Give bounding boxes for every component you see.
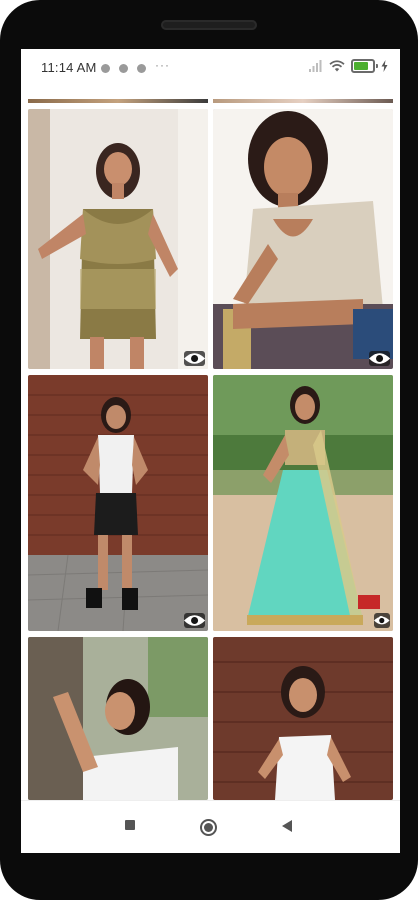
view-count-badge: 13 bbox=[368, 351, 390, 366]
view-count-badge: 18 bbox=[183, 351, 205, 366]
photo-thumbnail bbox=[213, 109, 393, 369]
photo-thumbnail bbox=[28, 375, 208, 631]
gallery-card[interactable]: 9 bbox=[213, 375, 393, 631]
notification-icon bbox=[119, 63, 128, 73]
status-bar: 11:14 AM ··· bbox=[21, 49, 400, 85]
eye-icon bbox=[183, 353, 205, 364]
view-count-badge: 12 bbox=[183, 613, 205, 628]
eye-icon bbox=[368, 353, 390, 364]
phone-frame: 11:14 AM ··· bbox=[0, 0, 418, 900]
gallery-card[interactable] bbox=[28, 637, 208, 800]
previous-card-edge[interactable] bbox=[28, 99, 208, 103]
view-count-badge: 9 bbox=[374, 613, 390, 628]
phone-screen: 11:14 AM ··· bbox=[21, 49, 400, 853]
battery-level-fill bbox=[354, 62, 368, 70]
previous-card-edge[interactable] bbox=[213, 99, 393, 103]
photo-thumbnail bbox=[213, 375, 393, 631]
recents-button[interactable] bbox=[125, 820, 135, 830]
charging-icon bbox=[381, 60, 388, 72]
navigation-bar bbox=[21, 800, 400, 853]
more-notifications-indicator: ··· bbox=[155, 58, 170, 72]
photo-thumbnail bbox=[28, 637, 208, 800]
gallery-card[interactable]: 12 bbox=[28, 375, 208, 631]
notification-icon bbox=[137, 63, 146, 73]
eye-icon bbox=[374, 616, 390, 625]
signal-icon bbox=[309, 60, 322, 72]
battery-icon bbox=[351, 59, 378, 73]
battery-terminal bbox=[376, 64, 378, 68]
status-time: 11:14 AM bbox=[41, 60, 97, 75]
system-icons bbox=[309, 59, 388, 73]
gallery-card[interactable] bbox=[213, 637, 393, 800]
gallery-card[interactable]: 18 bbox=[28, 109, 208, 369]
home-button[interactable] bbox=[200, 819, 217, 836]
gallery-card[interactable]: 13 bbox=[213, 109, 393, 369]
home-icon bbox=[204, 823, 213, 832]
notification-icon bbox=[101, 63, 110, 73]
back-button[interactable] bbox=[282, 820, 292, 832]
image-feed[interactable]: 18 bbox=[21, 85, 400, 800]
eye-icon bbox=[183, 615, 205, 626]
photo-thumbnail bbox=[213, 637, 393, 800]
earpiece-speaker bbox=[161, 20, 257, 30]
wifi-icon bbox=[329, 60, 345, 72]
photo-thumbnail bbox=[28, 109, 208, 369]
notification-icons: ··· bbox=[101, 58, 170, 75]
